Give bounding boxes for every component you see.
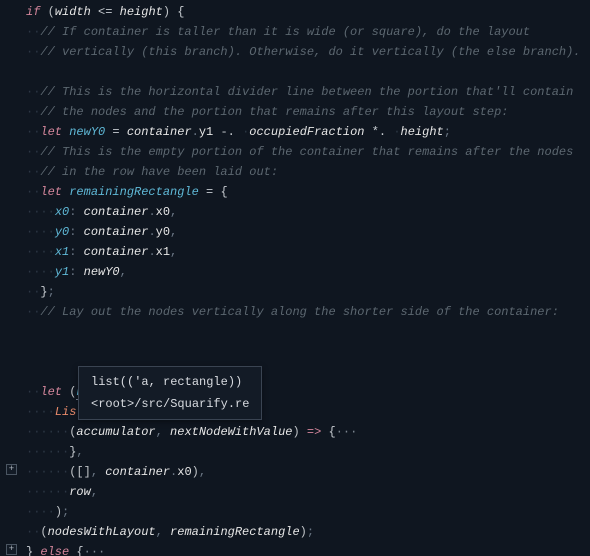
comma: , (170, 225, 177, 239)
comment: // This is the empty portion of the cont… (40, 145, 573, 159)
paren: ) (300, 525, 307, 539)
identifier: accumulator (76, 425, 155, 439)
member: y1 (199, 125, 213, 139)
comma: , (76, 445, 83, 459)
keyword-else: else (40, 545, 69, 556)
comment: // the nodes and the portion that remain… (40, 105, 508, 119)
brace: } (40, 285, 47, 299)
code-line[interactable]: ······([], container.x0), (26, 462, 590, 482)
fold-ellipsis[interactable]: ··· (336, 425, 358, 439)
code-lines: if (width <= height) { ··// If container… (0, 2, 590, 556)
paren: ) (292, 425, 306, 439)
blank-line (26, 322, 590, 342)
dot: . (148, 225, 155, 239)
code-line[interactable]: ··// This is the horizontal divider line… (26, 82, 590, 102)
code-line[interactable]: } else {··· (26, 542, 590, 556)
identifier: width (55, 5, 91, 19)
code-line[interactable]: ····x1: container.x1, (26, 242, 590, 262)
record-key: y1 (55, 265, 69, 279)
definition: newY0 (62, 125, 105, 139)
blank-line (26, 342, 590, 362)
record-key: y0 (55, 225, 69, 239)
identifier: nodesWithLayout (48, 525, 156, 539)
identifier: container (84, 225, 149, 239)
paren: ( (40, 525, 47, 539)
code-line[interactable]: ··(nodesWithLayout, remainingRectangle); (26, 522, 590, 542)
identifier: container (84, 205, 149, 219)
comma: , (91, 485, 98, 499)
comment: // in the row have been laid out: (40, 165, 278, 179)
keyword-let: let (40, 385, 62, 399)
identifier: occupiedFraction (249, 125, 364, 139)
comment: // This is the horizontal divider line b… (40, 85, 573, 99)
gutter: + + (0, 0, 22, 556)
fold-ellipsis[interactable]: ··· (84, 545, 106, 556)
identifier: row (69, 485, 91, 499)
record-key: x1 (55, 245, 69, 259)
identifier: height (120, 5, 163, 19)
paren: ( (40, 5, 54, 19)
code-line[interactable]: ··// vertically (this branch). Otherwise… (26, 42, 590, 62)
code-line[interactable]: if (width <= height) { (26, 2, 590, 22)
identifier: remainingRectangle (170, 525, 300, 539)
keyword-if: if (26, 5, 40, 19)
comment: // vertically (this branch). Otherwise, … (40, 45, 580, 59)
semicolon: ; (307, 525, 314, 539)
operator: -. (213, 125, 242, 139)
definition: remainingRectangle (62, 185, 199, 199)
tooltip-path: <root>/src/Squarify.re (91, 395, 249, 413)
code-line[interactable]: ····x0: container.x0, (26, 202, 590, 222)
fold-marker-icon[interactable]: + (6, 544, 17, 555)
blank-line (26, 62, 590, 82)
brace: { (177, 5, 184, 19)
brace: { (321, 425, 335, 439)
identifier: container (105, 465, 170, 479)
identifier: container (84, 245, 149, 259)
semicolon: ; (48, 285, 55, 299)
code-line[interactable]: ······row, (26, 482, 590, 502)
operator: = (105, 125, 127, 139)
comma: , (170, 205, 177, 219)
code-line[interactable]: ······(accumulator, nextNodeWithValue) =… (26, 422, 590, 442)
comma: , (199, 465, 206, 479)
comma: , (170, 245, 177, 259)
semicolon: ; (62, 505, 69, 519)
code-line[interactable]: ····); (26, 502, 590, 522)
code-line[interactable]: ····y0: container.y0, (26, 222, 590, 242)
code-line[interactable]: ··// in the row have been laid out: (26, 162, 590, 182)
comment: // Lay out the nodes vertically along th… (40, 305, 558, 319)
arrow: => (307, 425, 321, 439)
dot: . (192, 125, 199, 139)
brace: = { (199, 185, 228, 199)
record-key: x0 (55, 205, 69, 219)
comma: , (120, 265, 127, 279)
fold-marker-icon[interactable]: + (6, 464, 17, 475)
brace: { (69, 545, 83, 556)
code-line[interactable]: ··// the nodes and the portion that rema… (26, 102, 590, 122)
code-line[interactable]: ··let remainingRectangle = { (26, 182, 590, 202)
hover-tooltip: list(('a, rectangle)) <root>/src/Squarif… (78, 366, 262, 420)
code-line[interactable]: ··let newY0 = container.y1 -. ·occupiedF… (26, 122, 590, 142)
keyword-let: let (40, 185, 62, 199)
semicolon: ; (444, 125, 451, 139)
code-line[interactable]: ······}, (26, 442, 590, 462)
paren: ( (62, 385, 76, 399)
paren: ) (163, 5, 177, 19)
code-line[interactable]: ··}; (26, 282, 590, 302)
code-line[interactable]: ··// If container is taller than it is w… (26, 22, 590, 42)
identifier: container (127, 125, 192, 139)
code-line[interactable]: ····y1: newY0, (26, 262, 590, 282)
keyword-let: let (40, 125, 62, 139)
code-line[interactable]: ··// Lay out the nodes vertically along … (26, 302, 590, 322)
code-editor[interactable]: + + if (width <= height) { ··// If conta… (0, 0, 590, 556)
tooltip-type: list(('a, rectangle)) (91, 373, 249, 391)
comment: // If container is taller than it is wid… (40, 25, 530, 39)
operator: <= (91, 5, 120, 19)
identifier: nextNodeWithValue (170, 425, 292, 439)
operator: *. (365, 125, 394, 139)
dot: . (148, 245, 155, 259)
code-line[interactable]: ··// This is the empty portion of the co… (26, 142, 590, 162)
dot: . (148, 205, 155, 219)
identifier: height (401, 125, 444, 139)
